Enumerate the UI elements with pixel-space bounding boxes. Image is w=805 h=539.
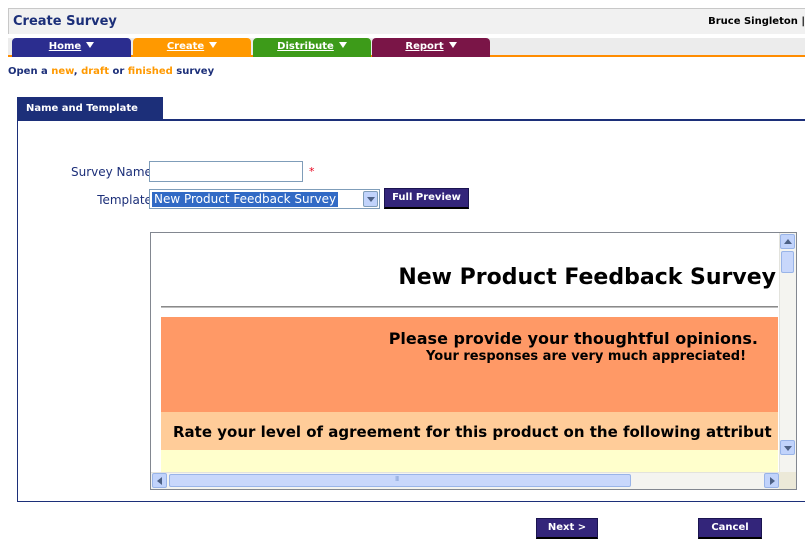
horizontal-scrollbar[interactable] bbox=[151, 472, 796, 489]
main-nav: Home Create Distribute Report bbox=[8, 38, 805, 57]
preview-message-line2: Your responses are very much appreciated… bbox=[426, 349, 746, 364]
nav-tab-report[interactable]: Report bbox=[372, 38, 490, 57]
subnav-link-new[interactable]: new bbox=[51, 66, 74, 77]
nav-tab-distribute[interactable]: Distribute bbox=[253, 38, 371, 57]
scroll-left-icon[interactable] bbox=[152, 473, 167, 488]
subnav-link-finished[interactable]: finished bbox=[128, 66, 173, 77]
full-preview-button[interactable]: Full Preview bbox=[384, 188, 469, 209]
nav-tab-report-label: Report bbox=[405, 41, 444, 52]
required-marker: * bbox=[309, 165, 315, 178]
page-title: Create Survey bbox=[13, 14, 117, 29]
chevron-down-icon bbox=[338, 42, 347, 48]
scroll-down-icon[interactable] bbox=[780, 440, 795, 455]
preview-divider bbox=[161, 306, 778, 308]
horizontal-scroll-thumb[interactable] bbox=[169, 474, 631, 487]
subnav-breadcrumb: Open a new, draft or finished survey bbox=[8, 66, 214, 77]
nav-tab-distribute-label: Distribute bbox=[277, 41, 334, 52]
scrollbar-corner bbox=[779, 472, 796, 489]
nav-tab-create[interactable]: Create bbox=[133, 38, 251, 57]
template-selected-value: New Product Feedback Survey bbox=[152, 192, 339, 207]
preview-question-text: Rate your level of agreement for this pr… bbox=[173, 423, 772, 441]
preview-question-band: Rate your level of agreement for this pr… bbox=[161, 412, 778, 450]
template-select[interactable]: New Product Feedback Survey bbox=[149, 189, 380, 209]
vertical-scroll-thumb[interactable] bbox=[781, 251, 794, 273]
user-name[interactable]: Bruce Singleton | bbox=[708, 16, 805, 27]
nav-tab-home-label: Home bbox=[48, 41, 82, 52]
next-button[interactable]: Next > bbox=[536, 518, 598, 539]
title-bar: Create Survey Bruce Singleton | bbox=[8, 8, 805, 34]
survey-name-label: Survey Name: bbox=[70, 165, 156, 179]
chevron-down-icon bbox=[86, 42, 95, 48]
subnav-prefix: Open a bbox=[8, 66, 52, 77]
vertical-scrollbar[interactable] bbox=[779, 233, 796, 474]
name-template-panel: Name and Template Survey Name: * Templat… bbox=[17, 97, 805, 502]
tab-name-and-template[interactable]: Name and Template bbox=[18, 97, 163, 121]
chevron-down-icon bbox=[209, 42, 218, 48]
scroll-up-icon[interactable] bbox=[780, 234, 795, 249]
preview-intro-block: Please provide your thoughtful opinions.… bbox=[161, 317, 778, 412]
template-preview-frame: New Product Feedback Survey Please provi… bbox=[150, 232, 797, 490]
cancel-button[interactable]: Cancel bbox=[698, 518, 762, 539]
template-label: Template: bbox=[97, 193, 156, 207]
subnav-or: or bbox=[109, 66, 128, 77]
subnav-link-draft[interactable]: draft bbox=[81, 66, 109, 77]
preview-answer-area bbox=[161, 450, 778, 474]
preview-message-line1: Please provide your thoughtful opinions. bbox=[388, 329, 758, 348]
nav-tab-home[interactable]: Home bbox=[12, 38, 131, 57]
subnav-comma: , bbox=[73, 66, 82, 77]
scroll-right-icon[interactable] bbox=[764, 473, 779, 488]
subnav-suffix: survey bbox=[172, 66, 215, 77]
chevron-down-icon bbox=[448, 42, 457, 48]
preview-survey-title: New Product Feedback Survey bbox=[398, 265, 776, 290]
nav-tab-create-label: Create bbox=[166, 41, 205, 52]
dropdown-arrow-icon[interactable] bbox=[363, 191, 378, 207]
survey-name-input[interactable] bbox=[149, 161, 303, 182]
